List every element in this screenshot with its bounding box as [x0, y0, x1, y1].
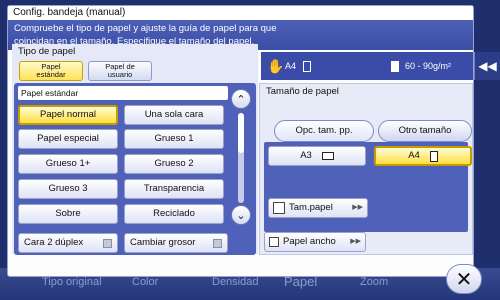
landscape-paper-icon: [321, 152, 334, 160]
tab-user-paper[interactable]: Papel de usuario: [88, 61, 152, 81]
chevron-up-icon: ⌃: [236, 92, 246, 106]
size-a4-button[interactable]: A4: [374, 146, 472, 166]
chevron-down-icon: ⌄: [236, 208, 246, 222]
checkbox-icon: [103, 239, 112, 248]
duplex-side-2-label: Cara 2 dúplex: [24, 237, 84, 248]
collapse-panel-button[interactable]: ◀◀: [474, 52, 500, 80]
paper-option-thick-1[interactable]: Grueso 1: [124, 129, 224, 149]
portrait-paper-icon: [303, 61, 311, 72]
checkbox-icon: [213, 239, 222, 248]
bg-tab-zoom: Zoom: [360, 276, 389, 288]
paper-option-envelope[interactable]: Sobre: [18, 204, 118, 224]
tab-user-paper-label: Papel de usuario: [105, 62, 135, 79]
tray-status-bar: ✋ A4 60 - 90g/m²: [261, 52, 473, 80]
change-thickness-label: Cambiar grosor: [130, 237, 196, 248]
duplex-side-2-toggle[interactable]: Cara 2 dúplex: [18, 233, 118, 253]
change-thickness-toggle[interactable]: Cambiar grosor: [124, 233, 228, 253]
paper-option-special[interactable]: Papel especial: [18, 129, 118, 149]
paper-option-thick-2[interactable]: Grueso 2: [124, 154, 224, 174]
paper-size-label: Tamaño de papel: [266, 86, 339, 97]
bg-tab-tipo-original: Tipo original: [42, 276, 102, 288]
scrollbar-track[interactable]: [238, 113, 244, 203]
hand-icon: ✋: [267, 58, 285, 74]
size-a3-button[interactable]: A3: [268, 146, 366, 166]
double-chevron-right-icon: ▶▶: [352, 204, 363, 211]
standard-paper-list: Papel estándar Papel normal Una sola car…: [14, 83, 256, 255]
paper-option-normal[interactable]: Papel normal: [18, 105, 118, 125]
paper-size-icon: [273, 202, 285, 214]
size-a4-label: A4: [408, 150, 420, 161]
paper-stack-icon: [391, 61, 399, 72]
dialog-title: Config. bandeja (manual): [8, 6, 473, 20]
papel-ancho-button[interactable]: Papel ancho ▶▶: [264, 232, 366, 252]
message-line-1: Compruebe el tipo de papel y ajuste la g…: [14, 23, 277, 34]
tab-standard-paper-label: Papel estándar: [36, 62, 66, 79]
standard-paper-header: Papel estándar: [18, 86, 228, 100]
paper-type-label: Tipo de papel: [18, 46, 76, 57]
paper-option-thick-3[interactable]: Grueso 3: [18, 179, 118, 199]
paper-type-panel: Tipo de papel Papel estándar Papel de us…: [12, 44, 258, 255]
papel-ancho-label: Papel ancho: [283, 236, 336, 247]
status-size: A4: [285, 61, 297, 71]
double-chevron-left-icon: ◀◀: [478, 59, 497, 73]
tam-papel-button[interactable]: Tam.papel ▶▶: [268, 198, 368, 218]
portrait-paper-icon: [429, 150, 438, 162]
bg-tab-densidad: Densidad: [212, 276, 259, 288]
tab-other-size[interactable]: Otro tamaño: [378, 120, 472, 142]
scroll-up-button[interactable]: ⌃: [231, 89, 251, 109]
double-chevron-right-icon: ▶▶: [350, 238, 361, 245]
paper-option-recycled[interactable]: Reciclado: [124, 204, 224, 224]
checkbox-icon: [269, 237, 279, 247]
close-button[interactable]: ✕: [446, 264, 482, 294]
scroll-down-button[interactable]: ⌄: [231, 205, 251, 225]
bg-tab-color: Color: [132, 276, 159, 288]
tab-standard-paper[interactable]: Papel estándar: [19, 61, 83, 81]
size-a3-label: A3: [300, 150, 312, 161]
scrollbar-thumb[interactable]: [238, 113, 244, 153]
status-weight: 60 - 90g/m²: [405, 61, 452, 71]
paper-option-thick-1-plus[interactable]: Grueso 1+: [18, 154, 118, 174]
size-options-area: A3 A4 Tam.papel ▶▶: [264, 142, 472, 232]
paper-size-panel: Tamaño de papel Opc. tam. pp. Otro tamañ…: [259, 83, 473, 255]
tab-size-options[interactable]: Opc. tam. pp.: [274, 120, 374, 142]
close-icon: ✕: [455, 267, 473, 291]
paper-option-transparency[interactable]: Transparencia: [124, 179, 224, 199]
paper-option-single-side[interactable]: Una sola cara: [124, 105, 224, 125]
tam-papel-label: Tam.papel: [289, 202, 333, 213]
